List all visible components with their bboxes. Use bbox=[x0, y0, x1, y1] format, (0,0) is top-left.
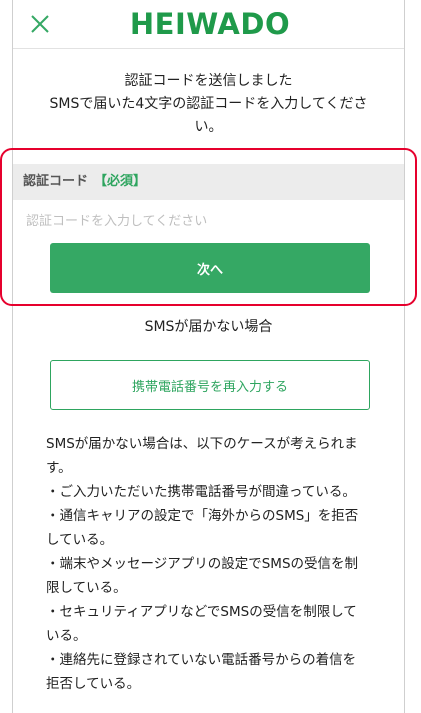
message-line-1: 認証コードを送信しました bbox=[124, 73, 293, 89]
logo-text: HEIWADO bbox=[130, 8, 290, 40]
sent-message: 認証コードを送信しました SMSで届いた4文字の認証コードを入力してくださ い。 bbox=[13, 70, 404, 139]
note-line: ・連絡先に登録されていない電話番号からの着信を bbox=[46, 652, 357, 668]
required-badge: 【必須】 bbox=[94, 174, 147, 189]
note-line: ・ご入力いただいた携帯電話番号が間違っている。 bbox=[46, 484, 356, 500]
note-line: ・端末やメッセージアプリの設定でSMSの受信を制 bbox=[46, 556, 359, 572]
message-line-3: い。 bbox=[194, 119, 223, 135]
code-input[interactable] bbox=[13, 202, 404, 240]
reenter-phone-button[interactable]: 携帯電話番号を再入力する bbox=[50, 360, 370, 410]
code-label-text: 認証コード bbox=[23, 174, 89, 189]
note-line: ・通信キャリアの設定で「海外からのSMS」を拒否 bbox=[46, 508, 359, 524]
sms-not-received-heading: SMSが届かない場合 bbox=[144, 319, 273, 335]
note-line: SMSが届かない場合は、以下のケースが考えられま bbox=[46, 436, 358, 452]
note-line: ・セキュリティアプリなどでSMSの受信を制限して bbox=[46, 604, 357, 620]
code-field-label: 認証コード 【必須】 bbox=[13, 164, 404, 200]
sms-help-notes: SMSが届かない場合は、以下のケースが考えられま す。 ・ご入力いただいた携帯電… bbox=[46, 432, 386, 696]
next-button[interactable]: 次へ bbox=[50, 243, 370, 293]
note-line: いる。 bbox=[46, 628, 87, 644]
message-line-2: SMSで届いた4文字の認証コードを入力してくださ bbox=[49, 96, 368, 112]
header: HEIWADO bbox=[13, 0, 404, 49]
note-line: 拒否している。 bbox=[46, 676, 141, 692]
app-frame: HEIWADO 認証コードを送信しました SMSで届いた4文字の認証コードを入力… bbox=[12, 0, 405, 713]
note-line: す。 bbox=[46, 460, 72, 476]
heiwado-logo: HEIWADO bbox=[127, 7, 293, 41]
note-line: している。 bbox=[46, 532, 114, 548]
note-line: 限している。 bbox=[46, 580, 127, 596]
close-icon[interactable] bbox=[28, 12, 52, 36]
